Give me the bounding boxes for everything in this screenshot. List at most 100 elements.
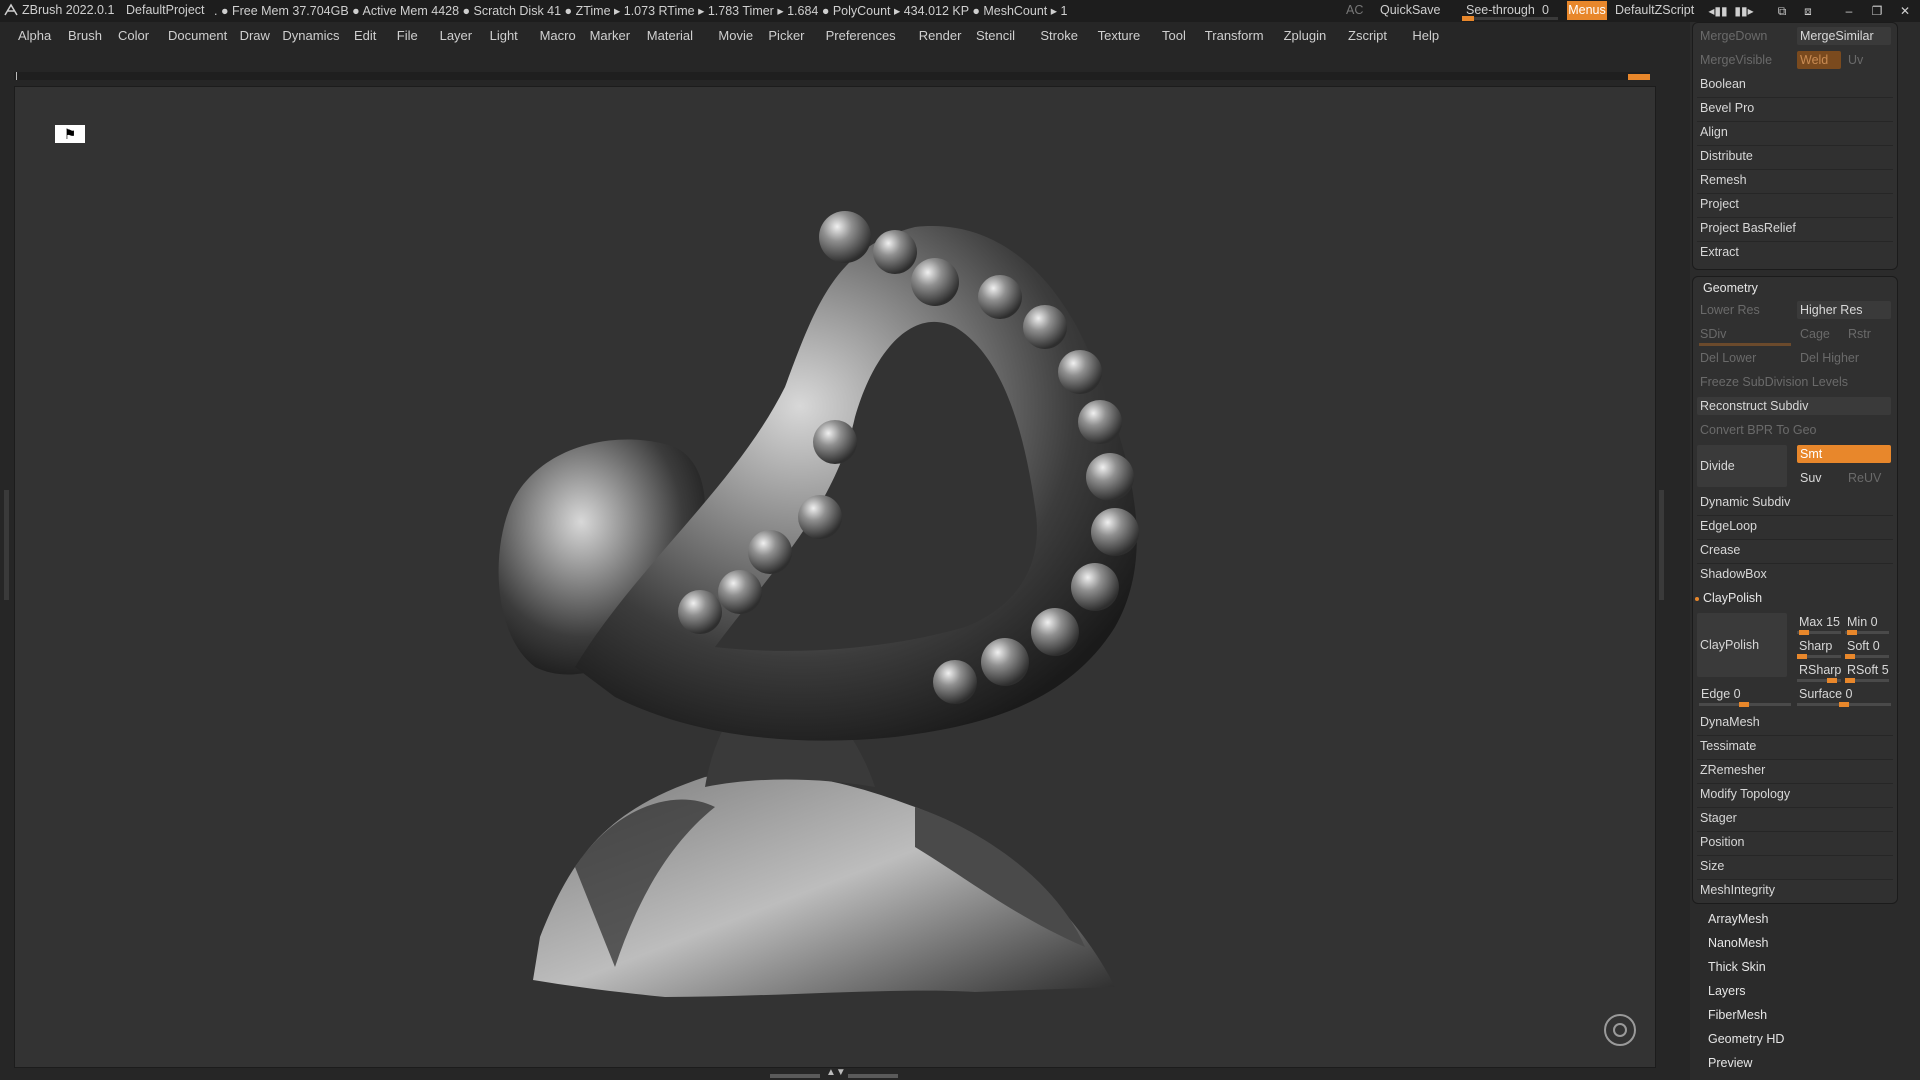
rsoft-slider[interactable]: RSoft 5: [1847, 663, 1889, 677]
minimize-icon[interactable]: ‒: [1838, 2, 1860, 20]
menu-movie[interactable]: Movie: [718, 28, 753, 43]
subtool-distribute[interactable]: Distribute: [1697, 147, 1891, 165]
menu-texture[interactable]: Texture: [1098, 28, 1141, 43]
menu-macro[interactable]: Macro: [540, 28, 576, 43]
merge-visible-button[interactable]: MergeVisible: [1697, 51, 1791, 69]
edge-slider[interactable]: Edge 0: [1701, 687, 1741, 701]
ac-label[interactable]: AC: [1346, 3, 1363, 17]
surface-track[interactable]: [1797, 702, 1891, 707]
menu-preferences[interactable]: Preferences: [826, 28, 896, 43]
menus-toggle-button[interactable]: Menus: [1567, 1, 1607, 20]
divide-button[interactable]: Divide: [1697, 445, 1787, 487]
window-layout-icon[interactable]: ⧈: [1797, 2, 1819, 20]
menu-light[interactable]: Light: [490, 28, 518, 43]
claypolish-header[interactable]: ClayPolish: [1703, 591, 1762, 605]
edge-track[interactable]: [1699, 702, 1791, 707]
smt-toggle[interactable]: Smt: [1797, 445, 1891, 463]
min-slider[interactable]: Min 0: [1847, 615, 1878, 629]
geometry-zremesher[interactable]: ZRemesher: [1697, 761, 1891, 779]
menu-layer[interactable]: Layer: [440, 28, 473, 43]
menu-dynamics[interactable]: Dynamics: [282, 28, 339, 43]
menu-material[interactable]: Material: [647, 28, 693, 43]
reuv-toggle[interactable]: ReUV: [1845, 469, 1889, 487]
close-icon[interactable]: ✕: [1894, 2, 1916, 20]
menu-help[interactable]: Help: [1412, 28, 1439, 43]
geometry-position[interactable]: Position: [1697, 833, 1891, 851]
geometry-shadowbox[interactable]: ShadowBox: [1697, 565, 1891, 583]
section-geometry-hd[interactable]: Geometry HD: [1708, 1032, 1784, 1046]
menu-stencil[interactable]: Stencil: [976, 28, 1015, 43]
subtool-boolean[interactable]: Boolean: [1697, 75, 1891, 93]
see-through-track[interactable]: [1462, 17, 1558, 20]
bottom-tray-handle[interactable]: ▲▼: [770, 1067, 900, 1080]
zoom-out-icon[interactable]: ◂▮▮: [1707, 2, 1729, 20]
section-thick-skin[interactable]: Thick Skin: [1708, 960, 1766, 974]
menu-zscript[interactable]: Zscript: [1348, 28, 1387, 43]
section-nanomesh[interactable]: NanoMesh: [1708, 936, 1768, 950]
sharp-slider[interactable]: Sharp: [1799, 639, 1832, 653]
geometry-tessimate[interactable]: Tessimate: [1697, 737, 1891, 755]
geometry-crease[interactable]: Crease: [1697, 541, 1891, 559]
weld-toggle[interactable]: Weld: [1797, 51, 1841, 69]
soft-slider[interactable]: Soft 0: [1847, 639, 1880, 653]
see-through-knob[interactable]: [1462, 16, 1474, 21]
zoom-in-icon[interactable]: ▮▮▸: [1733, 2, 1755, 20]
subtool-project-basrelief[interactable]: Project BasRelief: [1697, 219, 1891, 237]
section-layers[interactable]: Layers: [1708, 984, 1746, 998]
surface-slider[interactable]: Surface 0: [1799, 687, 1853, 701]
quicksave-button[interactable]: QuickSave: [1380, 3, 1440, 17]
sdiv-track[interactable]: [1699, 343, 1791, 346]
geometry-dynamic-subdiv[interactable]: Dynamic Subdiv: [1697, 493, 1891, 511]
reconstruct-subdiv-button[interactable]: Reconstruct Subdiv: [1697, 397, 1891, 415]
freeze-subdivision-button[interactable]: Freeze SubDivision Levels: [1697, 373, 1891, 391]
uv-toggle[interactable]: Uv: [1845, 51, 1889, 69]
right-tray-handle[interactable]: [1659, 490, 1664, 600]
rsharp-track[interactable]: [1797, 678, 1841, 683]
soft-track[interactable]: [1845, 654, 1889, 659]
section-arraymesh[interactable]: ArrayMesh: [1708, 912, 1768, 926]
menu-transform[interactable]: Transform: [1205, 28, 1264, 43]
higher-res-button[interactable]: Higher Res: [1797, 301, 1891, 319]
menu-draw[interactable]: Draw: [240, 28, 270, 43]
sdiv-slider[interactable]: SDiv: [1697, 325, 1791, 343]
geometry-dynamesh[interactable]: DynaMesh: [1697, 713, 1891, 731]
claypolish-button[interactable]: ClayPolish: [1697, 613, 1787, 677]
expand-icon[interactable]: ▲▼: [826, 1067, 846, 1078]
convert-bpr-button[interactable]: Convert BPR To Geo: [1697, 421, 1891, 439]
geometry-edgeloop[interactable]: EdgeLoop: [1697, 517, 1891, 535]
menu-file[interactable]: File: [397, 28, 418, 43]
geometry-stager[interactable]: Stager: [1697, 809, 1891, 827]
del-higher-button[interactable]: Del Higher: [1797, 349, 1891, 367]
suv-toggle[interactable]: Suv: [1797, 469, 1841, 487]
see-through-slider[interactable]: See-through 0: [1462, 1, 1558, 21]
rsoft-track[interactable]: [1845, 678, 1889, 683]
subtool-extract[interactable]: Extract: [1697, 243, 1891, 261]
menu-stroke[interactable]: Stroke: [1040, 28, 1078, 43]
menu-document[interactable]: Document: [168, 28, 227, 43]
merge-similar-button[interactable]: MergeSimilar: [1797, 27, 1891, 45]
subtool-project[interactable]: Project: [1697, 195, 1891, 213]
menu-tool[interactable]: Tool: [1162, 28, 1186, 43]
geometry-title[interactable]: Geometry: [1703, 281, 1758, 295]
subtool-bevel-pro[interactable]: Bevel Pro: [1697, 99, 1891, 117]
sharp-track[interactable]: [1797, 654, 1841, 659]
menu-alpha[interactable]: Alpha: [18, 28, 51, 43]
section-preview[interactable]: Preview: [1708, 1056, 1752, 1070]
menu-picker[interactable]: Picker: [768, 28, 804, 43]
navigation-gizmo-icon[interactable]: [1604, 1014, 1636, 1046]
menu-marker[interactable]: Marker: [590, 28, 630, 43]
left-tray-handle[interactable]: [4, 490, 9, 600]
max-track[interactable]: [1797, 630, 1841, 635]
menu-render[interactable]: Render: [919, 28, 962, 43]
rsharp-slider[interactable]: RSharp: [1799, 663, 1841, 677]
sculpt-model[interactable]: [15, 87, 1655, 1067]
document-canvas[interactable]: ⚑: [14, 86, 1656, 1068]
del-lower-button[interactable]: Del Lower: [1697, 349, 1791, 367]
rstr-button[interactable]: Rstr: [1845, 325, 1889, 343]
merge-down-button[interactable]: MergeDown: [1697, 27, 1791, 45]
menu-zplugin[interactable]: Zplugin: [1284, 28, 1327, 43]
min-track[interactable]: [1845, 630, 1889, 635]
menu-brush[interactable]: Brush: [68, 28, 102, 43]
menu-color[interactable]: Color: [118, 28, 149, 43]
section-fibermesh[interactable]: FiberMesh: [1708, 1008, 1767, 1022]
